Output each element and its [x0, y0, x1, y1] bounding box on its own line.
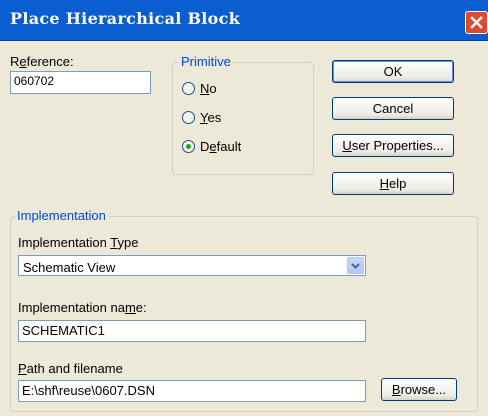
radio-label-yes: Yes — [200, 110, 222, 125]
path-filename-input[interactable]: E:\shf\reuse\0607.DSN — [18, 380, 366, 402]
radio-button-circle[interactable] — [182, 82, 195, 95]
implementation-type-select[interactable]: Schematic View — [18, 255, 366, 276]
path-filename-label: Path and filename — [18, 361, 123, 376]
browse-button[interactable]: Browse... — [381, 378, 457, 401]
implementation-name-label: Implementation name: — [18, 300, 147, 315]
primitive-group-caption: Primitive — [179, 54, 233, 69]
window-title: Place Hierarchical Block — [10, 9, 241, 28]
implementation-name-input[interactable]: SCHEMATIC1 — [18, 320, 366, 342]
user-properties-button[interactable]: User Properties... — [332, 134, 454, 157]
reference-input[interactable]: 060702 — [10, 71, 151, 94]
ok-button[interactable]: OK — [332, 60, 454, 83]
title-bar[interactable]: Place Hierarchical Block — [0, 0, 488, 41]
implementation-type-label: Implementation Type — [18, 235, 139, 250]
help-button[interactable]: Help — [332, 172, 454, 195]
radio-button-circle-selected[interactable] — [182, 140, 195, 153]
radio-label-default: Default — [200, 139, 242, 154]
close-icon — [470, 16, 483, 29]
reference-label: Reference: — [10, 54, 74, 69]
implementation-group-caption: Implementation — [15, 208, 108, 223]
dropdown-button[interactable] — [347, 257, 364, 274]
radio-label-no: No — [200, 81, 217, 96]
chevron-down-icon — [351, 263, 360, 269]
implementation-type-value: Schematic View — [23, 260, 116, 275]
cancel-button[interactable]: Cancel — [332, 97, 454, 120]
radio-button-circle[interactable] — [182, 111, 195, 124]
close-button[interactable] — [465, 11, 488, 34]
